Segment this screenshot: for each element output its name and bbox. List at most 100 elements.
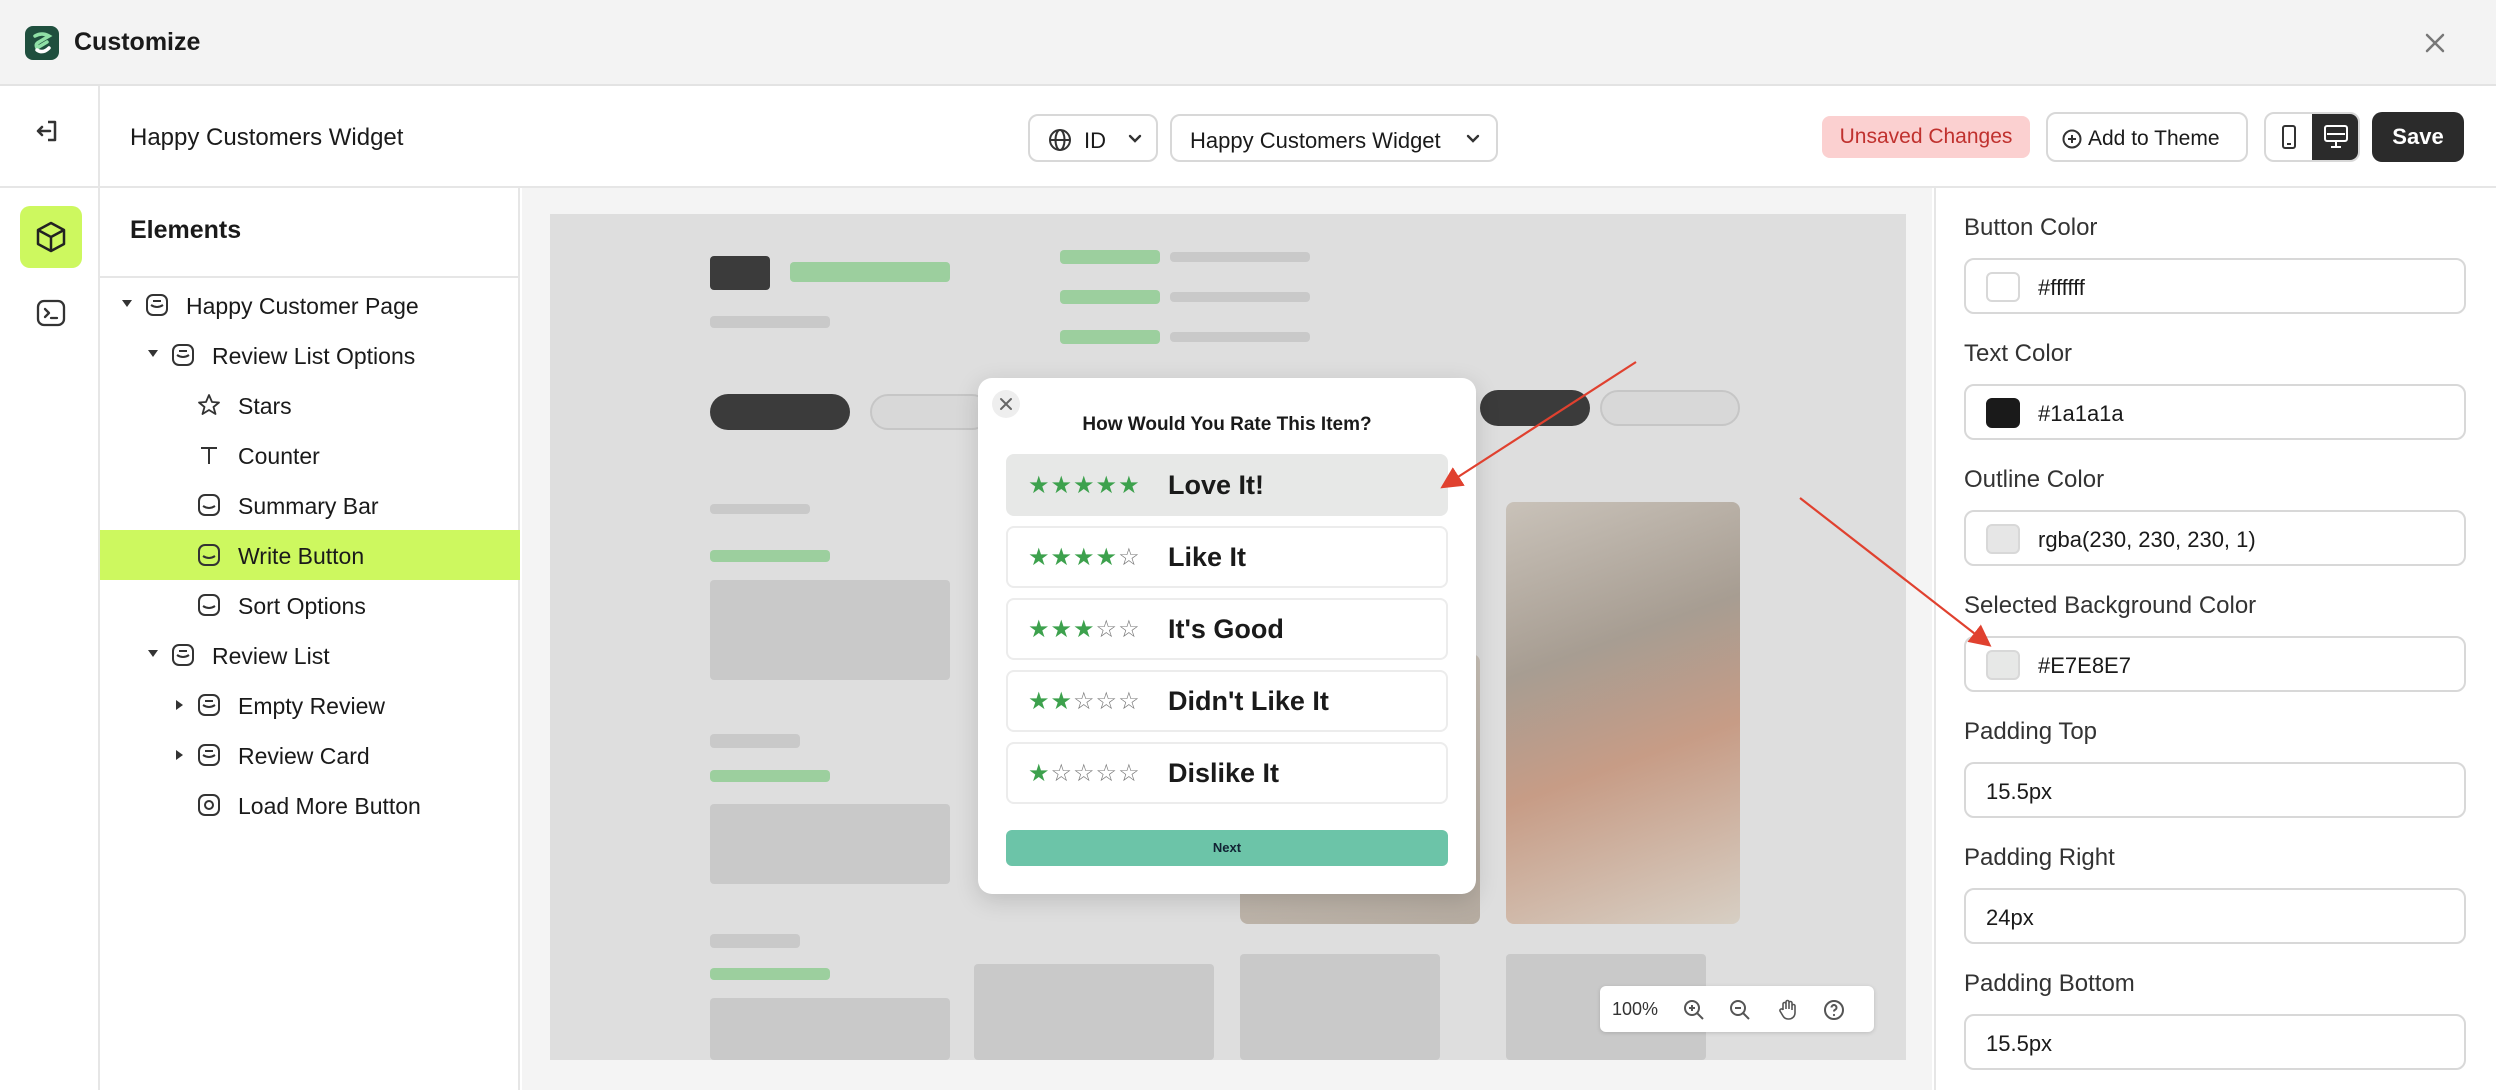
blurred-stars: [710, 550, 830, 562]
stars-4: ★★★★☆: [1028, 544, 1141, 571]
tree-item-empty-review[interactable]: Empty Review: [100, 680, 520, 730]
blurred-button: [1600, 390, 1740, 426]
language-select[interactable]: ID: [1028, 114, 1158, 162]
desktop-icon: [2324, 125, 2348, 148]
tree-item-review-card[interactable]: Review Card: [100, 730, 520, 780]
rating-option-dislike-it[interactable]: ★☆☆☆☆ Dislike It: [1006, 742, 1448, 804]
rating-modal: How Would You Rate This Item? ★★★★★ Love…: [978, 378, 1476, 894]
text-color-label: Text Color: [1964, 340, 2073, 367]
mobile-view-button[interactable]: [2266, 114, 2312, 160]
blurred-bar: [1170, 252, 1310, 262]
text-color-field[interactable]: #1a1a1a: [1964, 384, 2466, 440]
tree-item-stars[interactable]: Stars: [100, 380, 520, 430]
tree-item-review-list-options[interactable]: Review List Options: [100, 330, 520, 380]
color-swatch[interactable]: [1986, 398, 2020, 428]
padding-top-value: 15.5px: [1986, 779, 2053, 804]
tree-item-summary-bar[interactable]: Summary Bar: [100, 480, 520, 530]
device-toggle: [2264, 112, 2360, 162]
close-icon[interactable]: [2418, 26, 2452, 60]
properties-panel: Button Color #ffffff Text Color #1a1a1a …: [1934, 188, 2496, 1090]
tree-item-label: Sort Options: [238, 593, 366, 619]
caret-right-icon[interactable]: [176, 700, 183, 710]
plus-circle-icon: [2062, 129, 2082, 149]
rating-option-label: Didn't Like It: [1168, 686, 1329, 716]
caret-down-icon[interactable]: [148, 350, 158, 357]
page-select[interactable]: Happy Customers Widget: [1170, 114, 1498, 162]
chevron-down-icon: [1466, 134, 1480, 143]
padding-bottom-label: Padding Bottom: [1964, 970, 2135, 997]
elements-panel-button[interactable]: [20, 206, 82, 268]
editor-header: Happy Customers Widget ID Happy Customer…: [100, 86, 2496, 188]
tree-item-sort-options[interactable]: Sort Options: [100, 580, 520, 630]
zoom-out-icon[interactable]: [1728, 998, 1752, 1022]
blurred-photo: [1506, 502, 1740, 924]
blurred-text: [710, 934, 800, 948]
blurred-bar: [1170, 292, 1310, 302]
hand-icon[interactable]: [1776, 998, 1800, 1022]
next-button[interactable]: Next: [1006, 830, 1448, 866]
blurred-text: [974, 964, 1214, 1060]
section-icon: [198, 694, 220, 716]
tree-item-happy-customer-page[interactable]: Happy Customer Page: [100, 280, 520, 330]
zoom-toolbar: 100%: [1600, 986, 1874, 1032]
elements-title: Elements: [130, 216, 242, 244]
rating-option-didnt-like-it[interactable]: ★★☆☆☆ Didn't Like It: [1006, 670, 1448, 732]
blurred-stars: [710, 968, 830, 980]
outline-color-value: rgba(230, 230, 230, 1): [2038, 527, 2256, 552]
rating-option-love-it[interactable]: ★★★★★ Love It!: [1006, 454, 1448, 516]
rating-option-label: Love It!: [1168, 470, 1265, 500]
zoom-level: 100%: [1612, 999, 1659, 1019]
section-icon: [198, 744, 220, 766]
widget-preview: How Would You Rate This Item? ★★★★★ Love…: [550, 214, 1906, 1060]
outline-color-field[interactable]: rgba(230, 230, 230, 1): [1964, 510, 2466, 566]
blurred-text: [710, 504, 810, 514]
language-value: ID: [1084, 128, 1106, 153]
text-icon: [201, 447, 217, 464]
caret-down-icon[interactable]: [148, 650, 158, 657]
blurred-text: [710, 580, 950, 680]
zoom-in-icon[interactable]: [1682, 998, 1706, 1022]
exit-icon[interactable]: [32, 116, 62, 146]
blurred-rating: [710, 256, 770, 290]
text-color-value: #1a1a1a: [2038, 401, 2124, 426]
tree-item-label: Review List Options: [212, 343, 416, 369]
color-swatch[interactable]: [1986, 272, 2020, 302]
caret-right-icon[interactable]: [176, 750, 183, 760]
mobile-icon: [2282, 125, 2296, 149]
code-icon[interactable]: [34, 296, 68, 330]
padding-bottom-input[interactable]: 15.5px: [1964, 1014, 2466, 1070]
blurred-text: [1240, 954, 1440, 1060]
rating-option-its-good[interactable]: ★★★☆☆ It's Good: [1006, 598, 1448, 660]
tree-item-write-button[interactable]: Write Button: [100, 530, 520, 580]
color-swatch[interactable]: [1986, 650, 2020, 680]
icon-rail: [0, 86, 100, 1090]
button-color-field[interactable]: #ffffff: [1964, 258, 2466, 314]
blurred-bar: [1060, 250, 1160, 264]
stars-1: ★☆☆☆☆: [1028, 760, 1141, 787]
tree-item-counter[interactable]: Counter: [100, 430, 520, 480]
desktop-view-button[interactable]: [2312, 114, 2358, 160]
padding-right-input[interactable]: 24px: [1964, 888, 2466, 944]
blurred-bar: [1060, 290, 1160, 304]
tree-item-review-list[interactable]: Review List: [100, 630, 520, 680]
section-icon: [146, 294, 168, 316]
page-select-value: Happy Customers Widget: [1190, 128, 1441, 153]
stars-5: ★★★★★: [1028, 472, 1141, 499]
tree-item-label: Summary Bar: [238, 493, 379, 519]
save-button[interactable]: Save: [2372, 112, 2464, 162]
padding-top-input[interactable]: 15.5px: [1964, 762, 2466, 818]
tree-item-label: Counter: [238, 443, 320, 469]
padding-right-label: Padding Right: [1964, 844, 2115, 871]
add-to-theme-button[interactable]: Add to Theme: [2046, 112, 2248, 162]
tree-item-load-more-button[interactable]: Load More Button: [100, 780, 520, 830]
color-swatch[interactable]: [1986, 524, 2020, 554]
rating-option-like-it[interactable]: ★★★★☆ Like It: [1006, 526, 1448, 588]
selected-background-color-field[interactable]: #E7E8E7: [1964, 636, 2466, 692]
blurred-stars: [790, 262, 950, 282]
tree-item-label: Write Button: [238, 543, 365, 569]
blurred-text: [710, 734, 800, 748]
caret-down-icon[interactable]: [122, 300, 132, 307]
page-title: Happy Customers Widget: [130, 124, 404, 151]
help-icon[interactable]: [1822, 998, 1846, 1022]
padding-bottom-value: 15.5px: [1986, 1031, 2053, 1056]
